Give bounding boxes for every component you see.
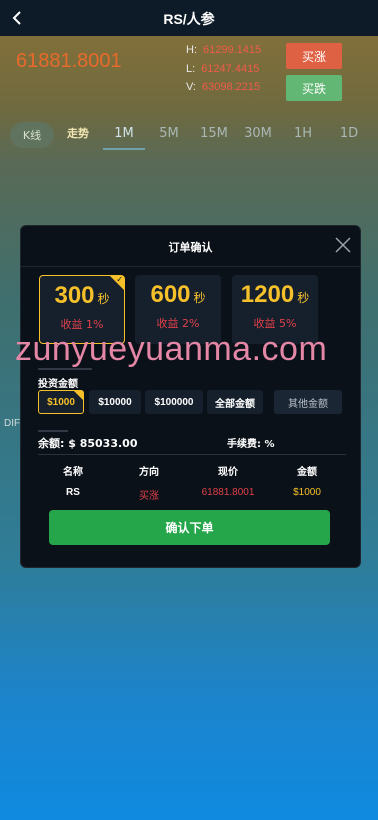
table-cell-price: 61881.8001: [201, 487, 255, 498]
buy-down-button[interactable]: 买跌: [286, 75, 342, 101]
high-stat: H: 61299.1415: [186, 44, 261, 56]
modal-divider: [21, 266, 360, 267]
tab-30m[interactable]: 30M: [240, 118, 276, 148]
high-value: 61299.1415: [203, 44, 262, 56]
duration-profit: 收益 2%: [156, 317, 200, 330]
volume-stat: V: 63098.2215: [186, 81, 260, 93]
fee-text: 手续费: %: [227, 439, 275, 450]
tab-5m[interactable]: 5M: [152, 118, 186, 148]
amount-option-1000[interactable]: $1000: [38, 390, 84, 414]
table-header-name: 名称: [63, 467, 83, 478]
close-icon[interactable]: [334, 236, 352, 254]
tab-15m[interactable]: 15M: [196, 118, 232, 148]
duration-unit: 秒: [193, 291, 206, 305]
duration-value: 300: [54, 282, 95, 309]
duration-value: 600: [150, 281, 191, 308]
table-cell-name: RS: [66, 487, 80, 498]
page-title: RS/人参: [163, 11, 215, 27]
duration-unit: 秒: [97, 292, 110, 306]
table-header-amount: 金额: [297, 467, 317, 478]
low-stat: L: 61247.4415: [186, 63, 259, 75]
duration-value: 1200: [240, 281, 295, 308]
order-confirm-modal: 订单确认 300 秒 收益 1% ✓ 600 秒 收益 2% 1200 秒 收益 5%…: [20, 225, 361, 568]
volume-label: V:: [186, 81, 196, 93]
table-cell-amount: $1000: [293, 487, 321, 498]
duration-profit: 收益 5%: [253, 317, 297, 330]
section-divider: [38, 430, 68, 432]
table-divider: [38, 454, 346, 455]
current-price: 61881.8001: [16, 50, 122, 72]
duration-unit: 秒: [297, 291, 310, 305]
tab-kline[interactable]: K线: [10, 122, 54, 148]
watermark-text: zunyueyuanma.com: [15, 330, 328, 368]
table-cell-direction: 买涨: [139, 491, 159, 502]
tab-1h[interactable]: 1H: [288, 118, 318, 148]
low-label: L:: [186, 63, 196, 75]
low-value: 61247.4415: [201, 63, 260, 75]
tab-1m[interactable]: 1M: [103, 118, 145, 150]
modal-title: 订单确认: [168, 241, 213, 254]
table-header-direction: 方向: [139, 467, 159, 478]
top-bar: RS/人参: [0, 0, 378, 36]
amount-option-100000[interactable]: $100000: [145, 390, 203, 414]
other-amount-button[interactable]: 其他金额: [274, 390, 342, 414]
high-label: H:: [186, 44, 197, 56]
buy-up-button[interactable]: 买涨: [286, 43, 342, 69]
selected-corner: [74, 391, 83, 400]
timeframe-tabs: K线 走势 1M 5M 15M 30M 1H 1D: [0, 118, 378, 150]
amount-option-all[interactable]: 全部金额: [207, 390, 263, 414]
amount-option-10000[interactable]: $10000: [89, 390, 141, 414]
table-header-price: 现价: [218, 467, 238, 478]
tab-1d[interactable]: 1D: [334, 118, 364, 148]
check-icon: ✓: [116, 275, 123, 284]
tab-trend[interactable]: 走势: [60, 118, 96, 148]
amount-label: $1000: [47, 396, 75, 408]
dif-label: DIF: [4, 418, 21, 429]
confirm-order-button[interactable]: 确认下单: [49, 510, 330, 545]
invest-amount-label: 投资金额: [38, 379, 78, 390]
volume-value: 63098.2215: [202, 81, 261, 93]
balance-text: 余额: $ 85033.00: [38, 437, 138, 450]
